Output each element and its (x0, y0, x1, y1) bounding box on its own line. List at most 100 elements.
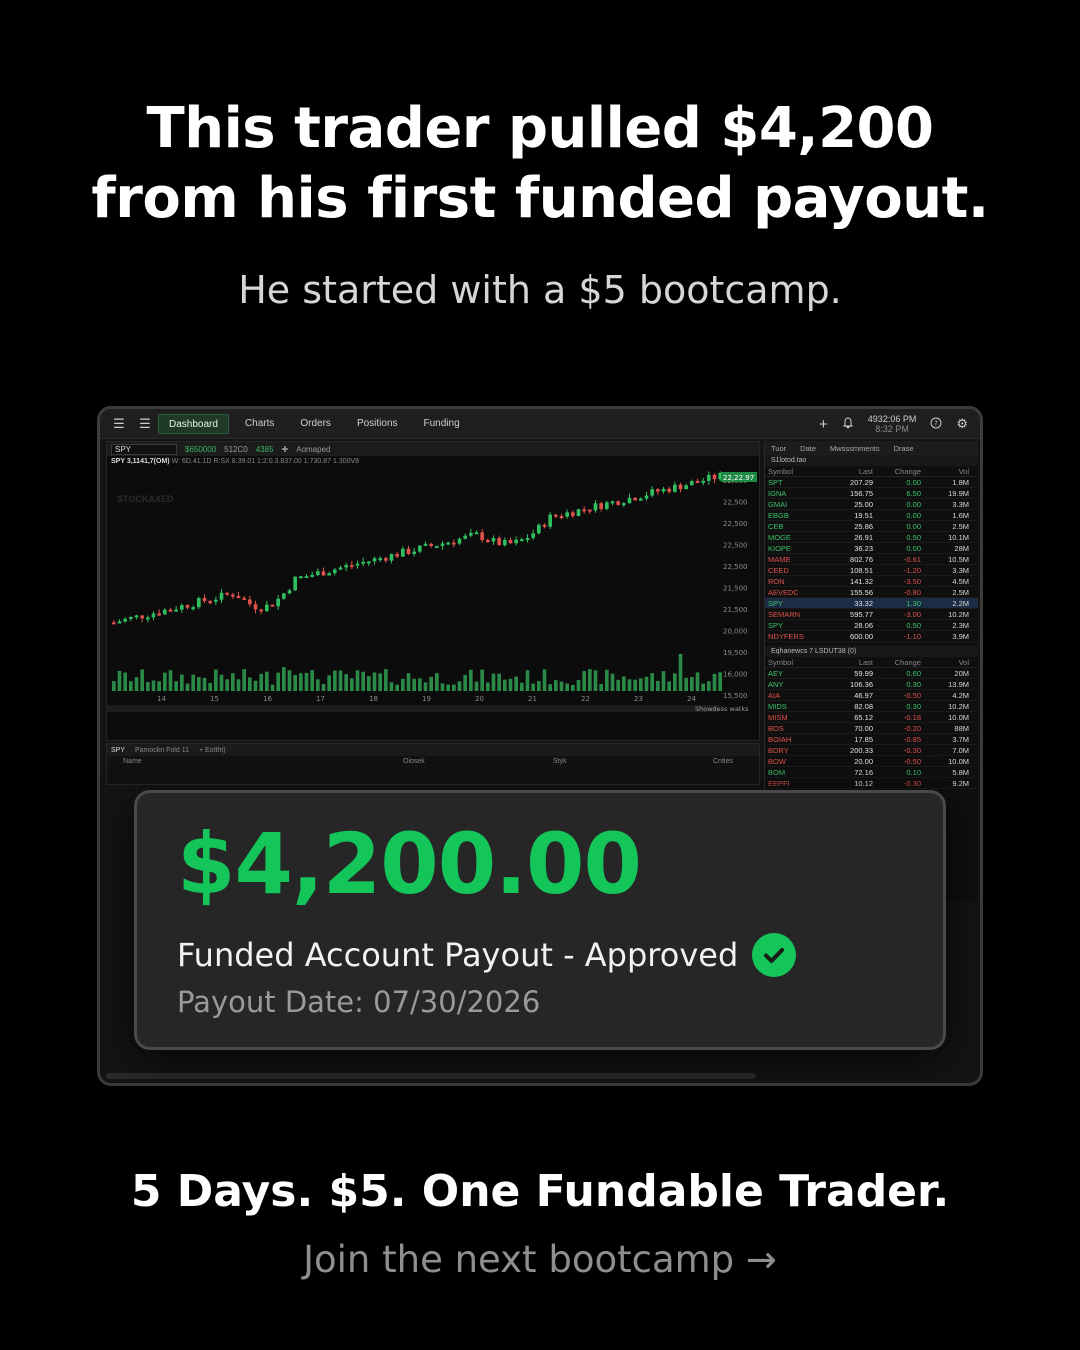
date-axis-label: 15 (210, 695, 219, 703)
watchlist-2-title[interactable]: Eqhanewcs 7 LSDUT38 (0) (765, 646, 978, 657)
nav-tab-funding[interactable]: Funding (414, 414, 470, 434)
candle-body (423, 543, 428, 546)
volume-bar (661, 671, 666, 691)
volume-bar (344, 674, 348, 691)
volume-bar (463, 674, 467, 691)
watchlist-row[interactable]: BOM 72.16 0.10 5.8M (765, 767, 978, 778)
watchlist-row[interactable]: MISM 65.12 -0.18 10.0M (765, 712, 978, 723)
watchlist-row[interactable]: SPT 207.29 0.00 1.8M (765, 477, 978, 488)
volume-bar (548, 684, 552, 691)
watchlist-row[interactable]: AEVEDC 155.56 -0.80 2.5M (765, 587, 978, 598)
watchlist-row[interactable]: MOGE 26.91 0.50 10.1M (765, 532, 978, 543)
candle-body (712, 474, 717, 480)
watchlist-row[interactable]: MAME 802.76 -0.61 10.5M (765, 554, 978, 565)
watchlist-row[interactable]: MIDS 82.08 0.30 10.2M (765, 701, 978, 712)
watchlist-row[interactable]: BOIAH 17.85 -0.85 3.7M (765, 734, 978, 745)
candlestick-chart[interactable]: 22,60022,50022,50022,50022,50021,50021,5… (107, 467, 759, 741)
volume-bar (253, 680, 258, 691)
help-icon[interactable]: ? (930, 417, 942, 432)
watchlist-row[interactable]: EEPFI 10.12 -0.30 9.2M (765, 778, 978, 789)
candle-body (253, 604, 258, 610)
candle-body (395, 554, 399, 557)
subheadline: He started with a $5 bootcamp. (238, 268, 842, 312)
chart-mode-select[interactable]: Aomaped (296, 445, 330, 454)
watchlist-row[interactable]: SEMARN 595.77 -3.00 10.2M (765, 609, 978, 620)
volume-bar (633, 679, 637, 691)
nav-tab-positions[interactable]: Positions (347, 414, 408, 434)
volume-bar (384, 669, 388, 691)
volume-bar (389, 682, 394, 691)
watchlist-row[interactable]: CEED 108.51 -1.20 3.3M (765, 565, 978, 576)
crosshair-icon[interactable]: ✚ (282, 445, 289, 454)
watchlist-row[interactable]: AIA 46.97 -0.50 4.2M (765, 690, 978, 701)
orders-tab-2[interactable]: + Eottht) (199, 747, 226, 754)
watchlist-row[interactable]: GMAI 25.00 0.00 3.3M (765, 499, 978, 510)
row-symbol: KIOPE (768, 544, 791, 553)
volume-bar (650, 673, 654, 691)
watchlist-row[interactable]: KIOPE 36.23 0.00 28M (765, 543, 978, 554)
watchlist-row[interactable]: SPY 28.06 0.50 2.3M (765, 620, 978, 631)
volume-bar (276, 672, 280, 691)
candle-body (270, 604, 275, 607)
col-last: Last (858, 658, 873, 667)
watchlist-row[interactable]: BOW 20.00 -0.50 10.0M (765, 756, 978, 767)
row-change: -0.20 (903, 724, 921, 733)
row-change: 0.50 (906, 533, 921, 542)
date-axis-label: 23 (634, 695, 643, 703)
side-tab-2[interactable]: Date (800, 444, 816, 453)
horizontal-scrollbar[interactable] (106, 1073, 756, 1079)
volume-bar (639, 678, 643, 691)
price-axis-label: 22,500 (723, 520, 748, 528)
nav-tab-orders[interactable]: Orders (290, 414, 341, 434)
nav-tab-charts[interactable]: Charts (235, 414, 284, 434)
row-vol: 10.5M (948, 555, 969, 564)
watchlist-row[interactable]: SPY 33.32 1.30 2.2M (765, 598, 978, 609)
row-change: 1.30 (906, 599, 921, 608)
row-vol: 2.3M (952, 621, 969, 630)
price-axis-label: 22,500 (723, 542, 748, 550)
join-bootcamp-link[interactable]: Join the next bootcamp → (0, 1238, 1080, 1281)
watchlist-row[interactable]: BOS 70.00 -0.20 88M (765, 723, 978, 734)
side-tab-1[interactable]: Tuor (771, 444, 786, 453)
orders-tab-1[interactable]: Pamockn Fold 11 (135, 747, 189, 754)
watchlist-row[interactable]: ANY 106.36 0.30 13.9M (765, 679, 978, 690)
candle-body (321, 571, 326, 576)
add-icon[interactable]: + (819, 416, 828, 433)
watchlist-row[interactable]: EBGB 19.51 0.00 1.6M (765, 510, 978, 521)
menu-icon[interactable]: ☰ (112, 416, 126, 432)
watchlist-row[interactable]: IGNA 156.75 6.50 19.9M (765, 488, 978, 499)
watchlist-1-title[interactable]: S1lotod.tao (765, 455, 978, 466)
side-tab-3[interactable]: Mwsssmments (830, 444, 880, 453)
candle-body (639, 498, 643, 501)
volume-bar (712, 673, 717, 691)
candle-body (667, 488, 671, 492)
watchlist-row[interactable]: AEY 59.99 0.60 20M (765, 668, 978, 679)
bell-icon[interactable] (842, 416, 854, 432)
watchlist-row[interactable]: BDRY 200.33 -0.30 7.0M (765, 745, 978, 756)
row-last: 82.08 (854, 702, 873, 711)
layout-menu-icon[interactable]: ☰ (138, 416, 152, 432)
orders-col-2: Oiosek (403, 758, 425, 765)
row-vol: 13.9M (948, 680, 969, 689)
chart-symbol-select[interactable]: SPY (111, 443, 177, 455)
volume-bar (225, 679, 229, 691)
volume-bar (457, 681, 462, 691)
nav-tab-dashboard[interactable]: Dashboard (158, 413, 229, 434)
volume-bar (565, 683, 569, 691)
watchlist-row[interactable]: NDYFERS 600.00 -1.10 3.9M (765, 631, 978, 642)
gear-icon[interactable]: ⚙ (956, 416, 968, 432)
side-tab-4[interactable]: Drase (894, 444, 914, 453)
candle-body (163, 609, 167, 615)
watchlist-row[interactable]: CEB 25.86 0.00 2.5M (765, 521, 978, 532)
watchlist-row[interactable]: RON 141.32 -3.50 4.5M (765, 576, 978, 587)
volume-bar (576, 680, 581, 691)
orders-symbol[interactable]: SPY (111, 747, 125, 754)
volume-bar (627, 679, 632, 691)
clock-time: 4932:06 PM (867, 414, 917, 424)
candle-body (593, 503, 598, 511)
volume-bar (446, 684, 450, 691)
candle-body (219, 592, 224, 600)
candle-body (531, 533, 535, 539)
candle-body (565, 512, 569, 517)
candle-body (191, 607, 195, 610)
